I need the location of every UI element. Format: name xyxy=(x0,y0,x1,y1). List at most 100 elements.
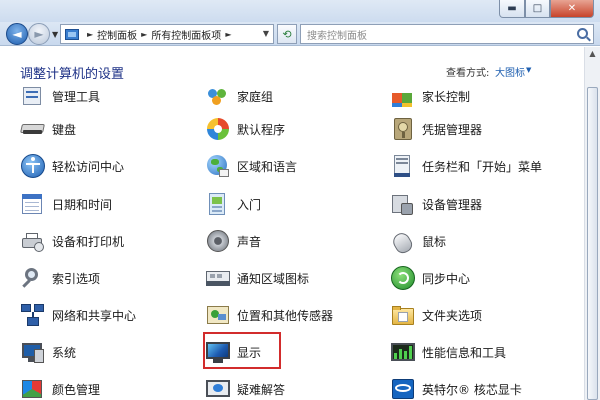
item-intel-graphics[interactable]: 英特尔® 核芯显卡 xyxy=(390,376,522,400)
item-admin-tools[interactable]: 管理工具 xyxy=(20,83,100,109)
scroll-thumb[interactable] xyxy=(587,87,598,400)
item-system[interactable]: 系统 xyxy=(20,339,76,365)
search-icon[interactable] xyxy=(577,28,588,39)
item-label: 家庭组 xyxy=(237,89,274,104)
window-controls: ▬ □ ✕ xyxy=(499,0,594,18)
item-label: 管理工具 xyxy=(52,89,101,104)
item-label: 通知区域图标 xyxy=(237,271,310,286)
item-folder-options[interactable]: 文件夹选项 xyxy=(390,302,482,328)
view-by-label: 查看方式: xyxy=(446,68,490,79)
item-date-time[interactable]: 日期和时间 xyxy=(20,191,112,217)
item-default-programs[interactable]: 默认程序 xyxy=(205,116,285,142)
breadcrumb-control-panel[interactable]: 控制面板 xyxy=(97,27,137,42)
mouse-icon xyxy=(390,228,416,256)
color-management-icon xyxy=(20,376,46,400)
recent-pages-dropdown[interactable]: ▼ xyxy=(52,30,58,39)
item-color-management[interactable]: 颜色管理 xyxy=(20,376,100,400)
item-homegroup[interactable]: 家庭组 xyxy=(205,83,273,109)
item-location-sensors[interactable]: 位置和其他传感器 xyxy=(205,302,333,328)
item-label: 系统 xyxy=(52,345,77,360)
breadcrumb-all-items[interactable]: 所有控制面板项 xyxy=(151,27,221,42)
breadcrumb-separator[interactable]: ► xyxy=(87,30,93,39)
window-titlebar: ▬ □ ✕ xyxy=(0,0,600,22)
search-placeholder: 搜索控制面板 xyxy=(307,30,367,42)
location-sensors-icon xyxy=(205,302,231,328)
refresh-button[interactable]: ⟲ xyxy=(277,24,297,44)
item-getting-started[interactable]: 入门 xyxy=(205,191,261,217)
performance-icon xyxy=(390,339,416,365)
item-label: 英特尔® 核芯显卡 xyxy=(422,382,522,397)
homegroup-icon xyxy=(205,83,231,109)
item-troubleshooting[interactable]: 疑难解答 xyxy=(205,376,285,400)
item-label: 索引选项 xyxy=(52,271,101,286)
page-title: 调整计算机的设置 xyxy=(20,67,125,82)
forward-button[interactable]: ► xyxy=(28,23,50,45)
admin-tools-icon xyxy=(20,83,46,109)
item-performance-info-tools[interactable]: 性能信息和工具 xyxy=(390,339,506,365)
taskbar-icon xyxy=(390,153,416,179)
item-sound[interactable]: 声音 xyxy=(205,228,261,254)
content-header: 调整计算机的设置 查看方式: 大图标 ▼ xyxy=(0,47,584,87)
address-history-chevron-icon[interactable]: ▼ xyxy=(263,29,269,38)
intel-graphics-icon xyxy=(390,376,416,400)
keyboard-icon xyxy=(20,116,46,142)
sync-icon xyxy=(390,265,416,291)
item-taskbar-start-menu[interactable]: 任务栏和「开始」菜单 xyxy=(390,153,542,179)
chevron-down-icon[interactable]: ▼ xyxy=(526,66,531,74)
item-keyboard[interactable]: 键盘 xyxy=(20,116,76,142)
control-panel-icon xyxy=(65,28,79,40)
item-label: 设备和打印机 xyxy=(52,234,125,249)
network-icon xyxy=(20,302,46,328)
item-parental-controls[interactable]: 家长控制 xyxy=(390,83,470,109)
item-label: 日期和时间 xyxy=(52,197,113,212)
item-sync-center[interactable]: 同步中心 xyxy=(390,265,470,291)
parental-controls-icon xyxy=(390,83,416,109)
item-label: 疑难解答 xyxy=(237,382,286,397)
item-ease-of-access[interactable]: 轻松访问中心 xyxy=(20,153,124,179)
item-label: 颜色管理 xyxy=(52,382,101,397)
search-input[interactable]: 搜索控制面板 xyxy=(300,24,594,44)
item-mouse[interactable]: 鼠标 xyxy=(390,228,447,256)
address-bar[interactable]: ► 控制面板 ► 所有控制面板项 ► ▼ xyxy=(60,24,274,44)
breadcrumb-separator[interactable]: ► xyxy=(225,30,231,39)
item-label: 声音 xyxy=(237,234,262,249)
item-label: 位置和其他传感器 xyxy=(237,308,334,323)
scroll-up-arrow-icon[interactable]: ▲ xyxy=(587,49,598,61)
item-label: 同步中心 xyxy=(422,271,471,286)
item-indexing-options[interactable]: 索引选项 xyxy=(20,265,100,291)
device-manager-icon xyxy=(390,191,416,217)
item-label: 性能信息和工具 xyxy=(422,345,507,360)
item-label: 设备管理器 xyxy=(422,197,483,212)
system-icon xyxy=(20,339,46,365)
item-network-sharing-center[interactable]: 网络和共享中心 xyxy=(20,302,136,328)
display-highlight-box xyxy=(203,332,281,369)
item-label: 凭据管理器 xyxy=(422,122,483,137)
folder-icon xyxy=(390,302,416,328)
magnifier-icon xyxy=(20,265,46,291)
item-notification-area-icons[interactable]: 通知区域图标 xyxy=(205,265,309,291)
maximize-button[interactable]: □ xyxy=(525,0,550,18)
close-button[interactable]: ✕ xyxy=(550,0,594,18)
vertical-scrollbar[interactable]: ▲ xyxy=(584,47,600,400)
getting-started-icon xyxy=(205,191,231,217)
item-devices-printers[interactable]: 设备和打印机 xyxy=(20,228,124,254)
credential-manager-icon xyxy=(390,116,416,142)
minimize-button[interactable]: ▬ xyxy=(499,0,525,18)
item-label: 鼠标 xyxy=(422,234,447,249)
calendar-clock-icon xyxy=(20,191,46,217)
ease-of-access-icon xyxy=(20,153,46,179)
item-label: 网络和共享中心 xyxy=(52,308,137,323)
item-label: 任务栏和「开始」菜单 xyxy=(422,159,543,174)
item-label: 家长控制 xyxy=(422,89,471,104)
item-label: 区域和语言 xyxy=(237,159,298,174)
back-button[interactable]: ◄ xyxy=(6,23,28,45)
item-device-manager[interactable]: 设备管理器 xyxy=(390,191,482,217)
item-region-language[interactable]: 区域和语言 xyxy=(205,153,297,179)
view-by-dropdown[interactable]: 大图标 xyxy=(495,64,525,79)
item-credential-manager[interactable]: 凭据管理器 xyxy=(390,116,482,142)
printer-icon xyxy=(20,228,46,254)
navigation-bar: ◄ ► ▼ ► 控制面板 ► 所有控制面板项 ► ▼ ⟲ 搜索控制面板 xyxy=(0,22,600,46)
default-programs-icon xyxy=(205,116,231,142)
breadcrumb-separator[interactable]: ► xyxy=(141,30,147,39)
troubleshooting-icon xyxy=(205,376,231,400)
